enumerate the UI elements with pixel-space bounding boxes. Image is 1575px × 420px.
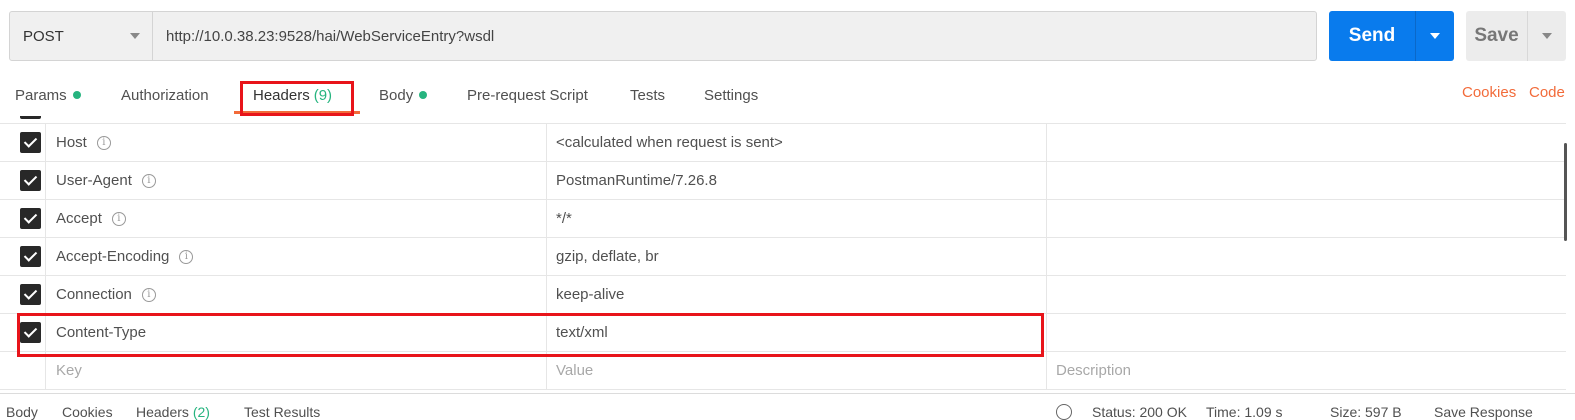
globe-icon[interactable]: [1056, 404, 1072, 420]
row-checkbox[interactable]: [20, 208, 41, 229]
tab-body[interactable]: Body: [379, 84, 428, 106]
header-value[interactable]: */*: [547, 200, 1047, 237]
header-description[interactable]: [1047, 162, 1566, 199]
table-row: [0, 116, 1566, 124]
header-value[interactable]: PostmanRuntime/7.26.8: [547, 162, 1047, 199]
response-tab-headers[interactable]: Headers (2): [136, 404, 210, 420]
new-description-input[interactable]: Description: [1047, 352, 1566, 389]
table-row: Connection i keep-alive: [0, 276, 1566, 314]
table-row: Accept-Encoding i gzip, deflate, br: [0, 238, 1566, 276]
send-button[interactable]: Send: [1329, 11, 1415, 61]
status-dot: [419, 91, 428, 99]
response-status: Status: 200 OK: [1092, 404, 1187, 420]
header-description[interactable]: [1047, 200, 1566, 237]
header-value[interactable]: <calculated when request is sent>: [547, 124, 1047, 161]
header-description[interactable]: [1047, 238, 1566, 275]
response-size: Size: 597 B: [1330, 404, 1402, 420]
row-checkbox[interactable]: [20, 284, 41, 305]
response-tab-body[interactable]: Body: [6, 404, 38, 420]
info-icon[interactable]: i: [141, 287, 156, 302]
info-icon[interactable]: i: [111, 211, 126, 226]
code-link[interactable]: Code: [1529, 84, 1565, 101]
table-row: User-Agent i PostmanRuntime/7.26.8: [0, 162, 1566, 200]
checkbox[interactable]: [20, 116, 41, 119]
header-description[interactable]: [1047, 314, 1566, 351]
tab-params[interactable]: Params: [15, 84, 81, 106]
url-text: http://10.0.38.23:9528/hai/WebServiceEnt…: [166, 27, 495, 45]
response-time: Time: 1.09 s: [1206, 404, 1283, 420]
info-icon[interactable]: i: [96, 135, 111, 150]
table-row: Host i <calculated when request is sent>: [0, 124, 1566, 162]
chevron-down-icon: [1542, 33, 1552, 39]
info-icon[interactable]: i: [179, 249, 194, 264]
header-description[interactable]: [1047, 124, 1566, 161]
tab-label: Pre-request Script: [467, 86, 588, 104]
tab-label: Authorization: [121, 86, 209, 104]
response-tab-test-results[interactable]: Test Results: [244, 404, 320, 420]
header-value[interactable]: gzip, deflate, br: [547, 238, 1047, 275]
header-key[interactable]: Accept i: [46, 200, 547, 237]
row-checkbox[interactable]: [20, 170, 41, 191]
response-headers-count: (2): [192, 404, 210, 420]
header-description[interactable]: [1047, 276, 1566, 313]
method-select[interactable]: POST: [9, 11, 153, 61]
tab-label: Settings: [704, 86, 759, 104]
tab-pre-request-script[interactable]: Pre-request Script: [467, 84, 588, 106]
status-dot: [72, 91, 81, 99]
row-checkbox[interactable]: [20, 132, 41, 153]
save-button[interactable]: Save: [1466, 11, 1527, 61]
header-key[interactable]: Host i: [46, 124, 547, 161]
scrollbar[interactable]: [1564, 143, 1567, 241]
new-key-input[interactable]: Key: [46, 352, 547, 389]
header-value[interactable]: keep-alive: [547, 276, 1047, 313]
header-key[interactable]: User-Agent i: [46, 162, 547, 199]
url-input[interactable]: http://10.0.38.23:9528/hai/WebServiceEnt…: [152, 11, 1317, 61]
tab-settings[interactable]: Settings: [704, 84, 758, 106]
save-options-button[interactable]: [1527, 11, 1566, 61]
tab-label: Body: [379, 86, 414, 104]
tab-label: Params: [15, 86, 67, 104]
table-row-new: Key Value Description: [0, 352, 1566, 390]
row-checkbox[interactable]: [20, 246, 41, 267]
send-options-button[interactable]: [1415, 11, 1454, 61]
cookies-link[interactable]: Cookies: [1462, 84, 1516, 101]
tab-authorization[interactable]: Authorization: [121, 84, 209, 106]
tab-label: Tests: [630, 86, 666, 104]
header-key[interactable]: Connection i: [46, 276, 547, 313]
annotation-box-headers-tab: [240, 81, 354, 116]
chevron-down-icon: [130, 33, 140, 39]
response-tab-cookies[interactable]: Cookies: [62, 404, 113, 420]
send-button-group: Send: [1329, 11, 1454, 61]
info-icon[interactable]: i: [141, 173, 156, 188]
new-value-input[interactable]: Value: [547, 352, 1047, 389]
header-key[interactable]: Accept-Encoding i: [46, 238, 547, 275]
table-row: Accept i */*: [0, 200, 1566, 238]
annotation-box-content-type: [17, 313, 1044, 357]
method-label: POST: [23, 27, 64, 45]
chevron-down-icon: [1430, 33, 1440, 39]
save-response-button[interactable]: Save Response: [1434, 404, 1533, 420]
tab-tests[interactable]: Tests: [630, 84, 665, 106]
save-button-group: Save: [1466, 11, 1566, 61]
